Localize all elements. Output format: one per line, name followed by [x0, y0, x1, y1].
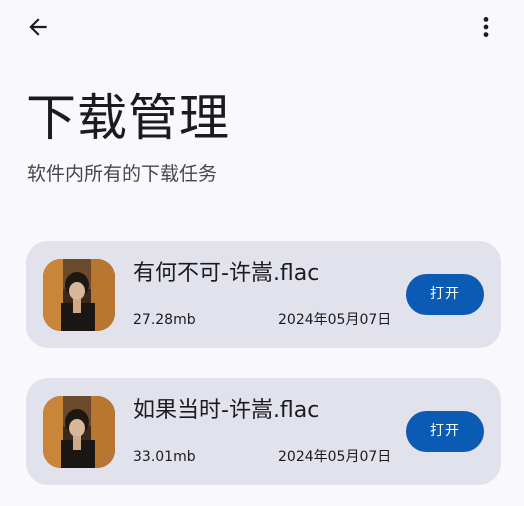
page-title: 下载管理 [26, 89, 230, 147]
file-size: 33.01mb [133, 449, 196, 465]
page-subtitle: 软件内所有的下载任务 [27, 163, 218, 185]
file-date: 2024年05月07日 [278, 312, 392, 328]
download-item[interactable]: 如果当时-许嵩.flac 33.01mb 2024年05月07日 打开 [26, 378, 501, 485]
file-name: 有何不可-许嵩.flac [133, 261, 320, 286]
open-button[interactable]: 打开 [406, 411, 484, 452]
file-date: 2024年05月07日 [278, 449, 392, 465]
album-cover-image [43, 396, 115, 468]
album-cover-image [43, 259, 115, 331]
more-vert-icon [483, 17, 489, 37]
file-size: 27.28mb [133, 312, 196, 328]
more-options-button[interactable] [466, 7, 506, 47]
back-button[interactable] [18, 7, 58, 47]
app-bar [0, 0, 524, 56]
file-name: 如果当时-许嵩.flac [133, 398, 320, 423]
open-button[interactable]: 打开 [406, 274, 484, 315]
arrow-back-icon [29, 18, 47, 36]
download-item[interactable]: 有何不可-许嵩.flac 27.28mb 2024年05月07日 打开 [26, 241, 501, 348]
